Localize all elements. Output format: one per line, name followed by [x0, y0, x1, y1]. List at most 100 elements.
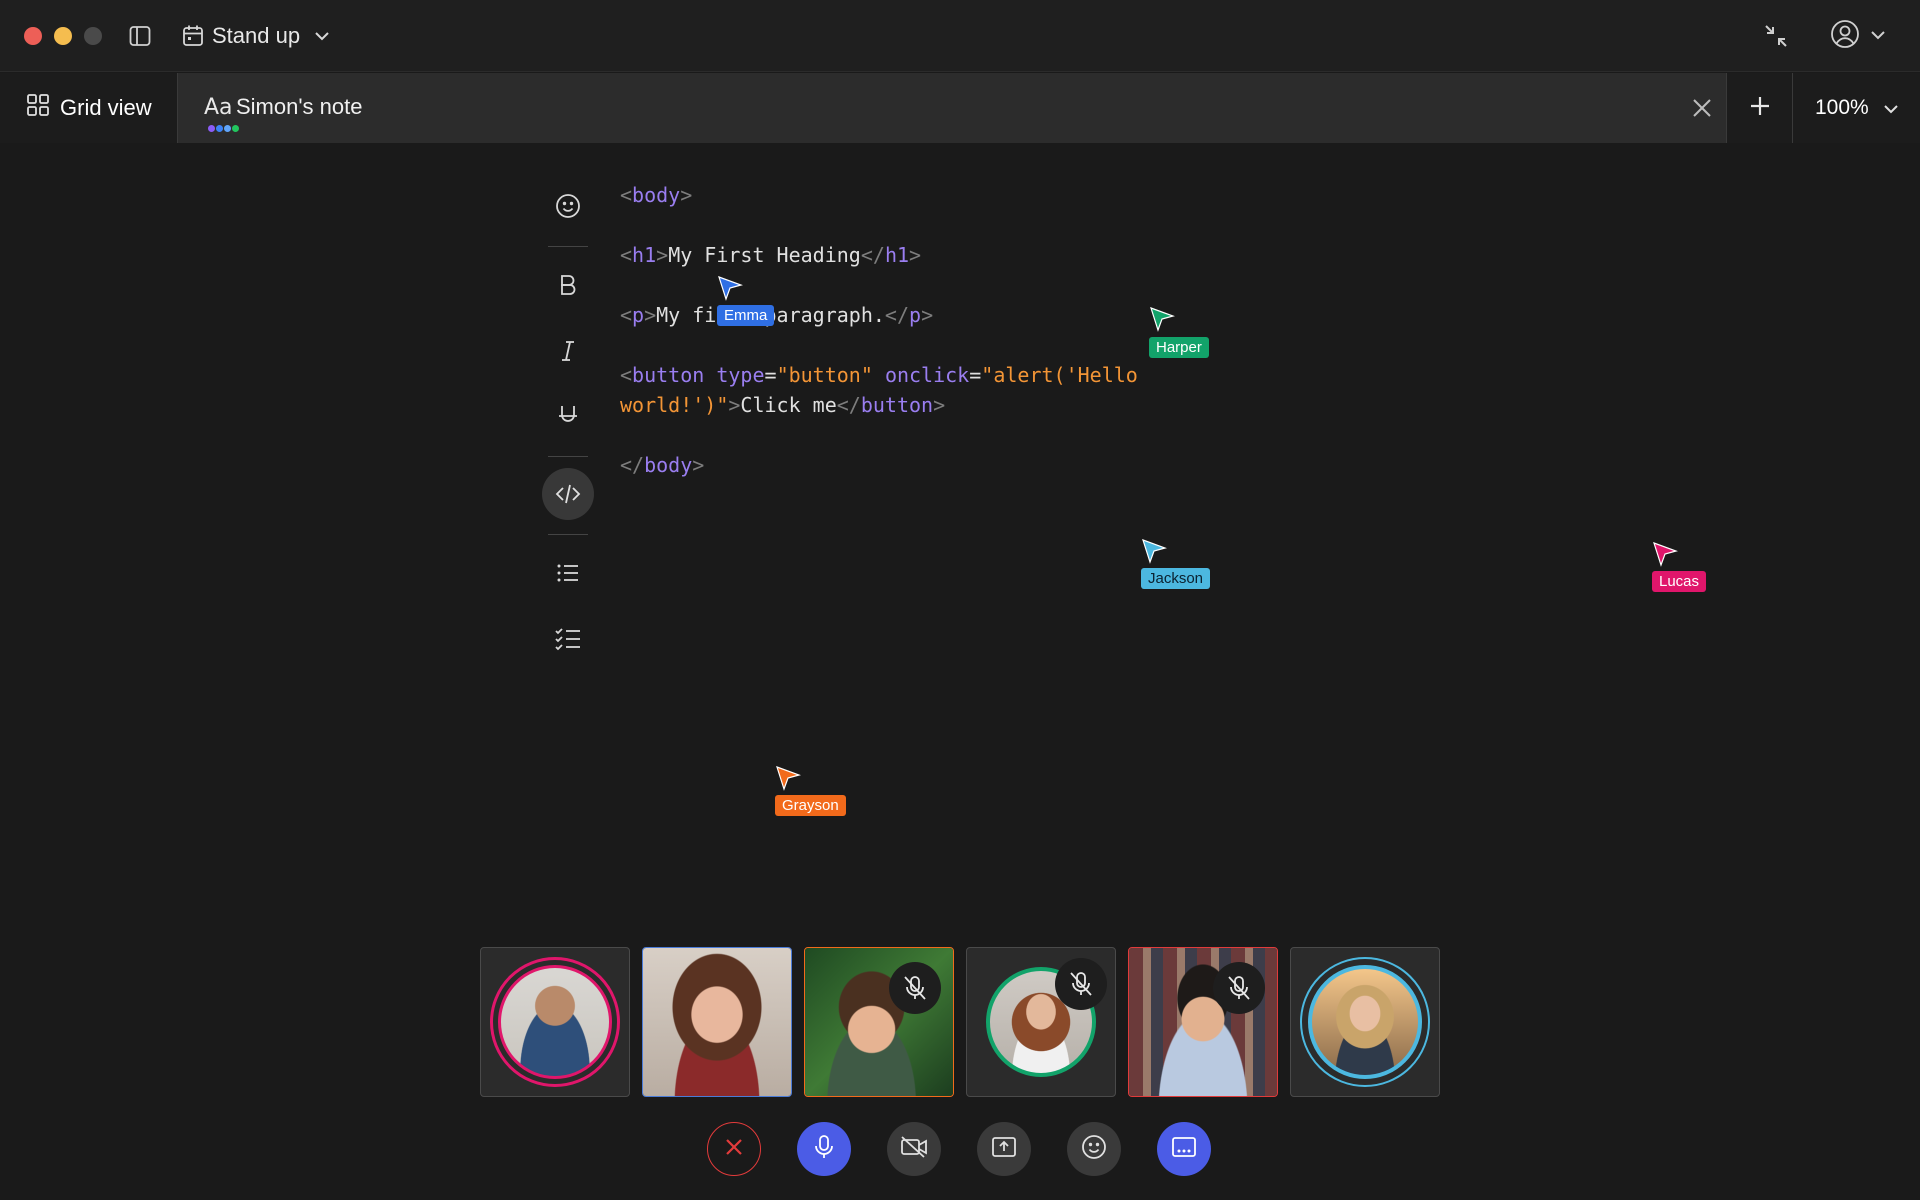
code-token: button [860, 393, 934, 417]
emoji-icon [1081, 1134, 1107, 1165]
minimize-window-button[interactable] [54, 27, 72, 45]
account-menu-button[interactable] [1830, 19, 1886, 52]
camera-toggle-button[interactable] [887, 1122, 941, 1176]
mic-off-icon [1213, 962, 1265, 1014]
cursor-label: Emma [717, 305, 775, 326]
calendar-icon [182, 24, 204, 48]
toolbar-divider [548, 534, 588, 535]
tab-bar: Grid view Aa Simon's note 100% [0, 73, 1920, 143]
chevron-down-icon [1883, 96, 1899, 120]
code-token: h1 [632, 243, 657, 267]
captions-button[interactable] [1157, 1122, 1211, 1176]
tab-simons-note[interactable]: Aa Simon's note [178, 73, 1726, 143]
code-token: > [921, 303, 934, 327]
code-token: button [632, 363, 705, 387]
camera-off-icon [900, 1135, 928, 1164]
code-token: = [764, 363, 777, 387]
presence-dot [208, 125, 215, 132]
collaborator-cursor-lucas: Lucas [1652, 541, 1707, 592]
microphone-icon [813, 1134, 835, 1165]
cursor-label: Jackson [1141, 568, 1211, 589]
collaborator-cursor-jackson: Jackson [1141, 538, 1211, 589]
bullet-list-icon[interactable] [542, 547, 594, 599]
avatar [490, 957, 620, 1087]
underline-icon[interactable] [542, 390, 594, 442]
code-token: body [644, 453, 693, 477]
mic-off-icon [1055, 958, 1107, 1010]
close-window-button[interactable] [24, 27, 42, 45]
meeting-title: Stand up [212, 23, 301, 48]
code-line: <button type="button" onclick="alert('He… [620, 360, 1138, 390]
tab-grid-view[interactable]: Grid view [0, 73, 178, 143]
participant-tile[interactable] [1290, 947, 1440, 1097]
collapse-icon[interactable] [1762, 22, 1790, 50]
collaborator-cursor-emma: Emma [717, 275, 775, 326]
code-token: > [909, 243, 922, 267]
code-token: > [933, 393, 946, 417]
chevron-down-icon [314, 31, 330, 41]
participant-tile[interactable] [642, 947, 792, 1097]
tab-label: Simon's note [236, 94, 363, 119]
italic-icon[interactable] [542, 325, 594, 377]
code-line: <p>My first paragraph.</p> [620, 300, 933, 330]
code-token: world!')" [620, 393, 729, 417]
zoom-selector[interactable]: 100% [1792, 73, 1920, 143]
participant-tile[interactable] [1128, 947, 1278, 1097]
close-tab-icon[interactable] [1690, 96, 1714, 120]
presence-dot [232, 125, 239, 132]
zoom-value: 100% [1815, 96, 1869, 119]
share-screen-button[interactable] [977, 1122, 1031, 1176]
code-line: <body> [620, 180, 692, 210]
plus-icon [1748, 94, 1772, 123]
grid-icon [26, 93, 50, 123]
checklist-icon[interactable] [542, 613, 594, 665]
code-token: </ [620, 453, 645, 477]
collaborator-cursor-harper: Harper [1149, 306, 1209, 358]
participant-tile[interactable] [804, 947, 954, 1097]
code-token: Click me [740, 393, 837, 417]
collaborator-cursor-grayson: Grayson [775, 765, 846, 816]
cursor-label: Lucas [1652, 571, 1707, 592]
chevron-down-icon [1870, 27, 1886, 45]
code-token: My First Heading [668, 243, 861, 267]
code-token: body [632, 183, 681, 207]
captions-icon [1171, 1135, 1197, 1164]
emoji-icon[interactable] [542, 180, 594, 232]
title-bar: Stand up [0, 0, 1920, 72]
code-token: < [620, 303, 633, 327]
share-screen-icon [991, 1135, 1017, 1164]
sidebar-toggle-icon[interactable] [128, 24, 152, 48]
code-token: > [728, 393, 741, 417]
code-token: < [620, 243, 633, 267]
cursor-label: Grayson [775, 795, 846, 816]
code-line: world!')">Click me</button> [620, 390, 945, 420]
reactions-button[interactable] [1067, 1122, 1121, 1176]
cursor-label: Harper [1149, 337, 1209, 358]
meeting-selector[interactable]: Stand up [182, 20, 330, 52]
code-token: < [620, 183, 633, 207]
code-token: onclick [884, 363, 970, 387]
avatar [1300, 957, 1430, 1087]
code-line: </body> [620, 450, 704, 480]
code-token: < [620, 363, 633, 387]
participant-tile[interactable] [480, 947, 630, 1097]
presence-dots [208, 125, 239, 132]
code-token: > [680, 183, 693, 207]
video-feed [643, 948, 791, 1096]
participant-tile[interactable] [966, 947, 1116, 1097]
code-token: </ [836, 393, 861, 417]
leave-call-button[interactable] [707, 1122, 761, 1176]
code-token: type [716, 363, 765, 387]
code-block-icon[interactable] [542, 468, 594, 520]
microphone-button[interactable] [797, 1122, 851, 1176]
maximize-window-button[interactable] [84, 27, 102, 45]
toolbar-divider [548, 456, 588, 457]
bold-icon[interactable] [542, 259, 594, 311]
code-token: = [969, 363, 982, 387]
code-token: </ [884, 303, 910, 327]
code-token: > [692, 453, 705, 477]
call-controls [0, 1122, 1920, 1178]
add-tab-button[interactable] [1726, 73, 1792, 143]
